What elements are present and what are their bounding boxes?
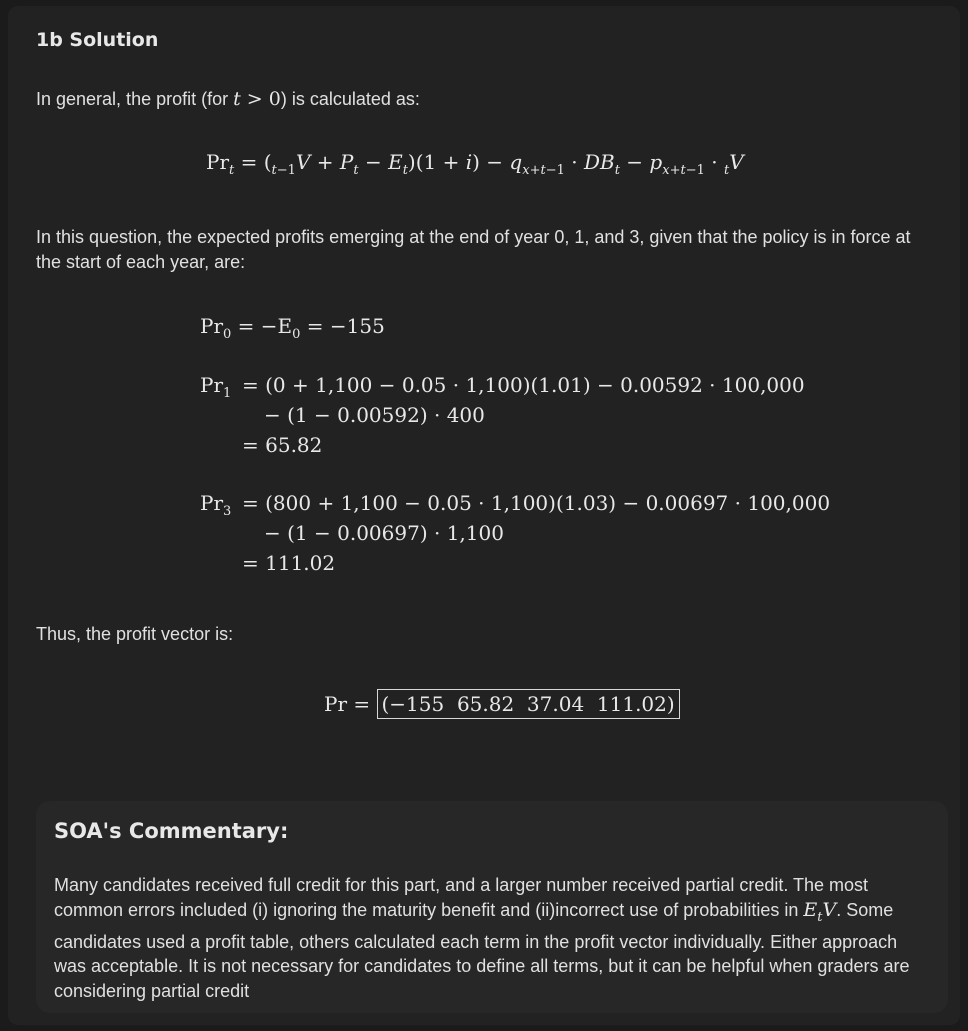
question-paragraph: In this question, the expected profits e… xyxy=(36,227,911,272)
equation-pr1-line1: = (0 + 1,100 − 0.05 · 1,100)(1.01) − 0.0… xyxy=(242,373,805,397)
intro-inline-math-rest: > 0 xyxy=(240,88,281,110)
commentary-body-part1: Many candidates received full credit for… xyxy=(54,875,869,920)
equation-pr3-line3: = 111.02 xyxy=(242,551,336,575)
general-formula: Prt = (t−1V + Pt − Et)(1 + i) − qx+t−1 ·… xyxy=(206,150,744,178)
commentary-title: SOA's Commentary: xyxy=(54,819,289,843)
equation-pr3-line2: − (1 − 0.00697) · 1,100 xyxy=(264,521,504,545)
intro-prefix: In general, the profit (for xyxy=(36,89,234,109)
eq3-sub: 3 xyxy=(223,504,232,519)
equation-pr1-line3: = 65.82 xyxy=(242,433,323,457)
equation-pr0: Pr0 = −E0 = −155 xyxy=(200,314,385,342)
intro-paragraph: In general, the profit (for t > 0) is ca… xyxy=(36,87,420,112)
eq0-lhs: Pr xyxy=(200,314,224,338)
eq1-lhs: Pr xyxy=(200,373,224,397)
equation-pr1-line2: − (1 − 0.00592) · 400 xyxy=(264,403,485,427)
commentary-body: Many candidates received full credit for… xyxy=(54,873,934,1003)
vector-boxed: (−155 65.82 37.04 111.02) xyxy=(376,689,680,719)
eq0-sub: 0 xyxy=(223,327,232,342)
intro-suffix: ) is calculated as: xyxy=(280,89,420,109)
equation-pr3-line1: = (800 + 1,100 − 0.05 · 1,100)(1.03) − 0… xyxy=(242,491,831,515)
eq0-rhs-tail: = −155 xyxy=(300,314,385,338)
intro-inline-math: t xyxy=(233,88,241,110)
section-heading: 1b Solution xyxy=(36,29,159,51)
vector-lhs: Pr = xyxy=(324,692,371,716)
commentary-inline-math: EtV xyxy=(803,898,837,925)
thus-paragraph: Thus, the profit vector is: xyxy=(36,624,234,644)
eq1-sub: 1 xyxy=(223,386,232,401)
profit-vector: Pr = (−155 65.82 37.04 111.02) xyxy=(324,689,680,719)
eq0-rhs: = −E xyxy=(237,314,293,338)
equation-pr1-lhs: Pr1 xyxy=(200,373,231,401)
eq3-lhs: Pr xyxy=(200,491,224,515)
equation-pr3-lhs: Pr3 xyxy=(200,491,231,519)
